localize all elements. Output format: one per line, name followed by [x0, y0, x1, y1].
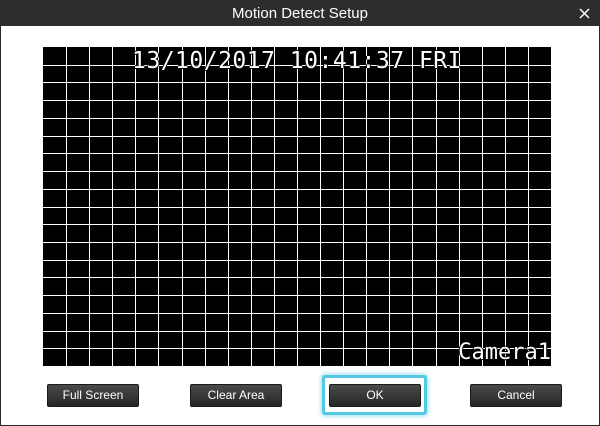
title-bar: Motion Detect Setup: [1, 1, 599, 26]
close-button[interactable]: [576, 5, 593, 22]
clear-area-button[interactable]: Clear Area: [190, 384, 282, 407]
osd-timestamp: 13/10/2017 10:41:37 FRI: [132, 48, 462, 74]
full-screen-button[interactable]: Full Screen: [47, 384, 139, 407]
osd-camera-label: Camera1: [458, 340, 551, 365]
cancel-button[interactable]: Cancel: [470, 384, 562, 407]
motion-detect-dialog: Motion Detect Setup 13/10/2017 10:41:37 …: [0, 0, 600, 426]
ok-button[interactable]: OK: [329, 384, 421, 407]
close-icon: [579, 8, 590, 19]
camera-preview[interactable]: 13/10/2017 10:41:37 FRI Camera1: [43, 47, 551, 366]
window-title: Motion Detect Setup: [232, 5, 368, 22]
motion-grid[interactable]: [43, 47, 551, 366]
